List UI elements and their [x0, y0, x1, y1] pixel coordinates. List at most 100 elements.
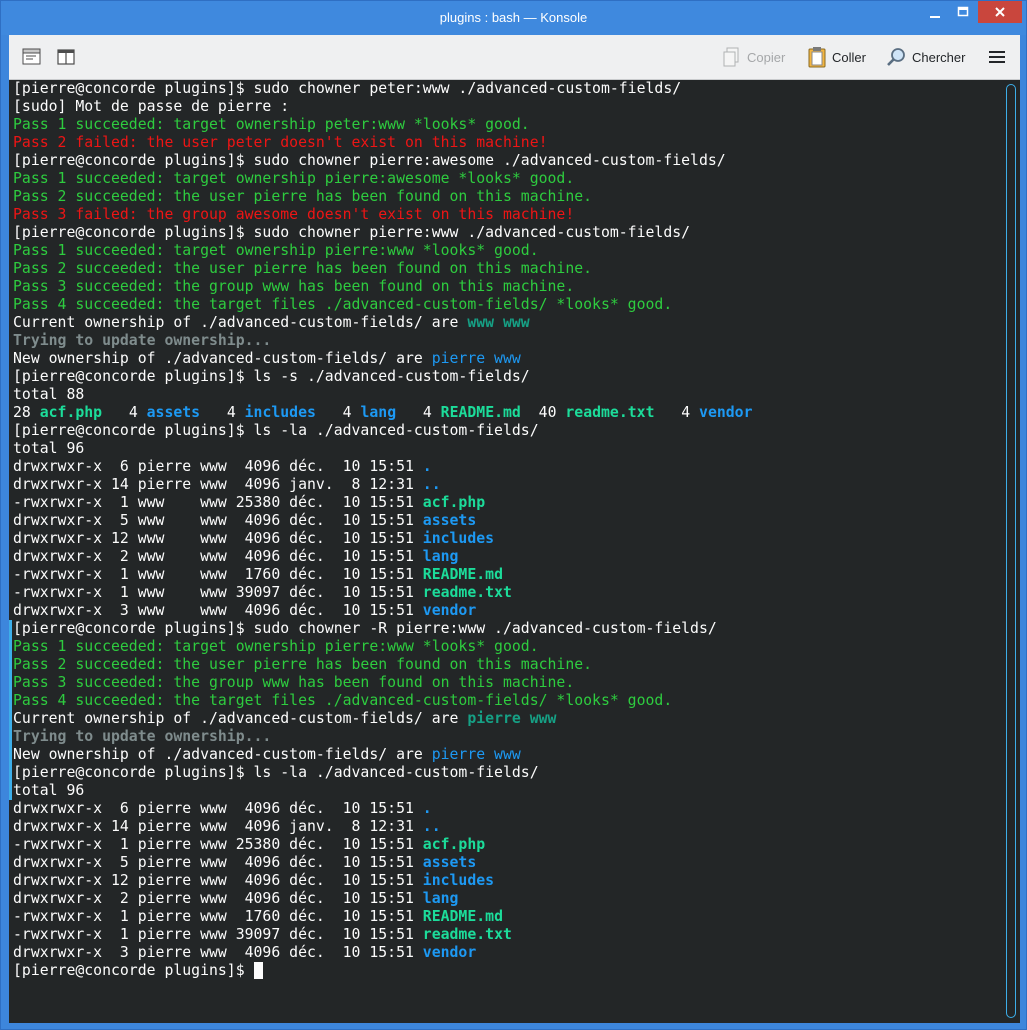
terminal-text: readme.txt [422, 926, 512, 943]
terminal-line: drwxrwxr-x 12 www www 4096 déc. 10 15:51… [13, 530, 752, 548]
terminal-text: lang [422, 890, 459, 907]
terminal-line: Pass 2 failed: the user peter doesn't ex… [13, 134, 752, 152]
terminal-text: pierre www [467, 710, 557, 727]
paste-button[interactable]: Coller [806, 45, 866, 69]
konsole-window: plugins : bash — Konsole Copier Coller C… [0, 0, 1027, 1030]
terminal-text: acf.php [39, 404, 103, 421]
terminal-text: total 88 [13, 386, 85, 403]
terminal-line: [sudo] Mot de passe de pierre : [13, 98, 752, 116]
terminal-text: drwxrwxr-x 12 www www 4096 déc. 10 15:51 [13, 530, 423, 547]
terminal-line: Pass 1 succeeded: target ownership peter… [13, 116, 752, 134]
terminal-text: drwxrwxr-x 6 pierre www 4096 déc. 10 15:… [13, 800, 423, 817]
terminal-line: -rwxrwxr-x 1 pierre www 25380 déc. 10 15… [13, 836, 752, 854]
paste-icon [808, 47, 826, 68]
terminal-line: Pass 4 succeeded: the target files ./adv… [13, 692, 752, 710]
terminal-line: -rwxrwxr-x 1 www www 39097 déc. 10 15:51… [13, 584, 752, 602]
terminal-line: 28 acf.php 4 assets 4 includes 4 lang 4 … [13, 404, 752, 422]
terminal-line: -rwxrwxr-x 1 pierre www 39097 déc. 10 15… [13, 926, 752, 944]
terminal-line: [pierre@concorde plugins]$ sudo chowner … [13, 620, 752, 638]
terminal-text: assets [422, 512, 477, 529]
terminal-text: README.md [422, 566, 503, 583]
terminal-line: Pass 2 succeeded: the user pierre has be… [13, 188, 752, 206]
terminal-line: Current ownership of ./advanced-custom-f… [13, 710, 752, 728]
terminal-text: includes [422, 530, 495, 547]
terminal-line: [pierre@concorde plugins]$ sudo chowner … [13, 152, 752, 170]
terminal-text: [pierre@concorde plugins]$ sudo chowner … [13, 152, 726, 169]
new-tab-button[interactable] [21, 45, 47, 69]
terminal-text: .. [422, 476, 441, 493]
terminal-line: drwxrwxr-x 3 www www 4096 déc. 10 15:51 … [13, 602, 752, 620]
terminal-text: drwxrwxr-x 14 pierre www 4096 janv. 8 12… [13, 476, 423, 493]
hamburger-menu-button[interactable] [986, 45, 1012, 69]
copy-button[interactable]: Copier [721, 45, 785, 69]
terminal-output: [pierre@concorde plugins]$ sudo chowner … [13, 80, 752, 980]
terminal-line: -rwxrwxr-x 1 www www 25380 déc. 10 15:51… [13, 494, 752, 512]
terminal-line: drwxrwxr-x 6 pierre www 4096 déc. 10 15:… [13, 800, 752, 818]
split-view-icon [57, 49, 75, 65]
terminal-line: [pierre@concorde plugins]$ sudo chowner … [13, 224, 752, 242]
terminal-text: Current ownership of ./advanced-custom-f… [13, 710, 468, 727]
terminal-text: drwxrwxr-x 2 pierre www 4096 déc. 10 15:… [13, 890, 423, 907]
terminal-text: vendor [699, 404, 753, 421]
terminal-text: [pierre@concorde plugins]$ [13, 962, 254, 979]
terminal-line: Pass 3 failed: the group awesome doesn't… [13, 206, 752, 224]
terminal-line: -rwxrwxr-x 1 www www 1760 déc. 10 15:51 … [13, 566, 752, 584]
terminal-text: . [422, 458, 432, 475]
terminal-text: Pass 4 succeeded: the target files ./adv… [13, 296, 673, 313]
terminal-text: Current ownership of ./advanced-custom-f… [13, 314, 468, 331]
minimize-button[interactable] [920, 1, 950, 23]
terminal-text: lang [422, 548, 459, 565]
terminal-text: pierre www [431, 746, 521, 763]
terminal-line: Pass 4 succeeded: the target files ./adv… [13, 296, 752, 314]
terminal-text: acf.php [422, 494, 486, 511]
terminal-text: New ownership of ./advanced-custom-field… [13, 746, 432, 763]
terminal-line: Current ownership of ./advanced-custom-f… [13, 314, 752, 332]
terminal-line: drwxrwxr-x 14 pierre www 4096 janv. 8 12… [13, 476, 752, 494]
terminal-text: [pierre@concorde plugins]$ ls -la ./adva… [13, 764, 539, 781]
terminal-line: Pass 1 succeeded: target ownership pierr… [13, 638, 752, 656]
terminal-text: www www [467, 314, 530, 331]
terminal-text: 28 [13, 404, 40, 421]
terminal-line: drwxrwxr-x 12 pierre www 4096 déc. 10 15… [13, 872, 752, 890]
close-button[interactable] [978, 1, 1022, 23]
copy-label: Copier [747, 49, 786, 65]
terminal-line: [pierre@concorde plugins]$ [13, 962, 752, 980]
terminal-line: total 96 [13, 440, 752, 458]
terminal-line: Pass 1 succeeded: target ownership pierr… [13, 170, 752, 188]
terminal-text: Pass 3 succeeded: the group www has been… [13, 278, 575, 295]
paste-label: Coller [832, 49, 866, 65]
terminal-line: total 96 [13, 782, 752, 800]
terminal-line: [pierre@concorde plugins]$ ls -la ./adva… [13, 422, 752, 440]
terminal-text: vendor [422, 944, 477, 961]
terminal-text: Pass 1 succeeded: target ownership pierr… [13, 242, 539, 259]
terminal-text: Trying to update ownership... [13, 332, 272, 349]
output-marker [9, 620, 12, 800]
terminal-text: [pierre@concorde plugins]$ ls -s ./advan… [13, 368, 530, 385]
terminal-text: drwxrwxr-x 3 www www 4096 déc. 10 15:51 [13, 602, 423, 619]
terminal-text: drwxrwxr-x 5 pierre www 4096 déc. 10 15:… [13, 854, 423, 871]
terminal-line: New ownership of ./advanced-custom-field… [13, 746, 752, 764]
terminal-line: Pass 3 succeeded: the group www has been… [13, 278, 752, 296]
maximize-button[interactable] [948, 1, 978, 23]
terminal-text: Pass 1 succeeded: target ownership pierr… [13, 170, 575, 187]
terminal-text: drwxrwxr-x 2 www www 4096 déc. 10 15:51 [13, 548, 423, 565]
split-view-button[interactable] [55, 45, 81, 69]
terminal-text: 40 [520, 404, 566, 421]
terminal-line: drwxrwxr-x 5 pierre www 4096 déc. 10 15:… [13, 854, 752, 872]
terminal-text: New ownership of ./advanced-custom-field… [13, 350, 432, 367]
terminal-text: 4 [200, 404, 245, 421]
title-bar[interactable]: plugins : bash — Konsole [1, 1, 1026, 35]
terminal-text: Pass 4 succeeded: the target files ./adv… [13, 692, 673, 709]
terminal-text: [sudo] Mot de passe de pierre : [13, 98, 290, 115]
terminal-text: Pass 2 succeeded: the user pierre has be… [13, 260, 593, 277]
terminal-text: [pierre@concorde plugins]$ sudo chowner … [13, 224, 691, 241]
find-button[interactable]: Chercher [886, 45, 965, 69]
scrollbar[interactable] [1006, 84, 1016, 1018]
terminal-line: Pass 3 succeeded: the group www has been… [13, 674, 752, 692]
search-icon [887, 48, 905, 66]
terminal-text: Pass 2 failed: the user peter doesn't ex… [13, 134, 548, 151]
terminal-text: .. [422, 818, 441, 835]
terminal-text: README.md [422, 908, 503, 925]
terminal-view[interactable]: [pierre@concorde plugins]$ sudo chowner … [9, 80, 1020, 1023]
terminal-text: assets [422, 854, 477, 871]
